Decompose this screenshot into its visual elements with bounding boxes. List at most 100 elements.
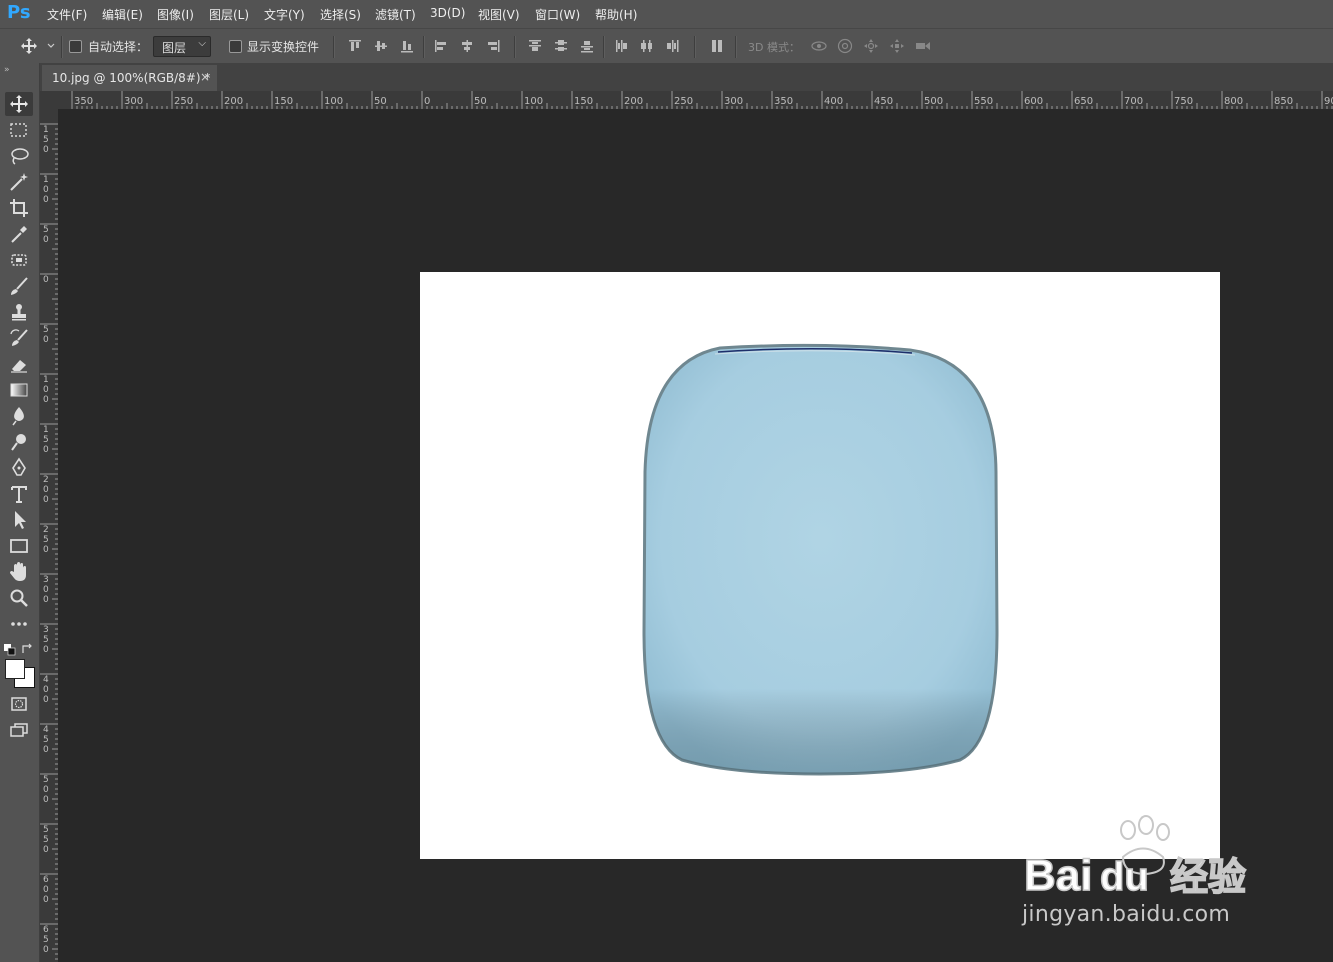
foreground-color-swatch[interactable] — [5, 659, 25, 679]
more-tools-icon[interactable] — [5, 612, 33, 636]
ruler-label: 0 — [43, 745, 49, 755]
svg-text:du: du — [1100, 855, 1149, 899]
distribute-right-icon[interactable] — [664, 37, 682, 55]
ruler-label: 5 — [43, 835, 49, 845]
panel-collapse-icon[interactable]: » — [4, 65, 10, 75]
eraser-icon[interactable] — [5, 352, 33, 376]
chevron-down-icon[interactable] — [42, 37, 55, 55]
lasso-icon[interactable] — [5, 144, 33, 168]
magic-wand-icon[interactable] — [5, 170, 33, 194]
divider — [423, 36, 425, 58]
tools-panel: » — [0, 63, 40, 962]
distribute-left-icon[interactable] — [612, 37, 630, 55]
watermark-url: jingyan.baidu.com — [1022, 902, 1231, 927]
distribute-top-icon[interactable] — [526, 37, 544, 55]
ruler-label: 0 — [43, 585, 49, 595]
ruler-label: 0 — [43, 845, 49, 855]
ruler-label: 0 — [43, 685, 49, 695]
ruler-label: 400 — [824, 96, 843, 107]
move-tool-preset-icon[interactable] — [20, 37, 38, 55]
ruler-label: 5 — [43, 225, 49, 235]
3d-roll-icon[interactable] — [836, 37, 854, 55]
divider — [333, 36, 335, 58]
brush-icon[interactable] — [5, 274, 33, 298]
ruler-label: 100 — [324, 96, 343, 107]
ruler-label: 300 — [724, 96, 743, 107]
ruler-label: 0 — [43, 695, 49, 705]
crop-icon[interactable] — [5, 196, 33, 220]
menu-select[interactable]: 选择(S) — [320, 6, 361, 23]
swap-colors-icon[interactable] — [21, 640, 33, 653]
screen-mode-icon[interactable] — [5, 718, 33, 742]
3d-slide-icon[interactable] — [888, 37, 906, 55]
ruler-label: 250 — [674, 96, 693, 107]
menu-file[interactable]: 文件(F) — [47, 6, 87, 23]
gradient-icon[interactable] — [5, 378, 33, 402]
hand-icon[interactable] — [5, 560, 33, 584]
3d-orbit-icon[interactable] — [810, 37, 828, 55]
ruler-label: 700 — [1124, 96, 1143, 107]
ruler-label: 0 — [43, 335, 49, 345]
menu-view[interactable]: 视图(V) — [478, 6, 520, 23]
horizontal-ruler[interactable]: 350 300 250 200 150 100 50 0 50 100 150 200 250 300 35… — [58, 91, 1333, 109]
type-icon[interactable] — [5, 482, 33, 506]
ruler-label: 50 — [374, 96, 387, 107]
distribute-vertical-center-icon[interactable] — [552, 37, 570, 55]
menu-3d[interactable]: 3D(D) — [430, 6, 465, 20]
quick-mask-icon[interactable] — [5, 692, 33, 716]
distribute-horizontal-center-icon[interactable] — [638, 37, 656, 55]
ruler-label: 0 — [43, 485, 49, 495]
path-selection-icon[interactable] — [5, 508, 33, 532]
auto-align-icon[interactable] — [708, 37, 726, 55]
svg-text:经验: 经验 — [1170, 855, 1246, 899]
ruler-label: 0 — [43, 645, 49, 655]
align-horizontal-center-icon[interactable] — [458, 37, 476, 55]
rectangular-marquee-icon[interactable] — [5, 118, 33, 142]
menu-window[interactable]: 窗口(W) — [535, 6, 580, 23]
menu-edit[interactable]: 编辑(E) — [102, 6, 143, 23]
ruler-origin[interactable] — [40, 91, 58, 109]
show-transform-checkbox[interactable] — [229, 40, 242, 53]
3d-pan-icon[interactable] — [862, 37, 880, 55]
photoshop-logo[interactable]: Ps — [7, 2, 31, 23]
align-right-icon[interactable] — [484, 37, 502, 55]
menu-type[interactable]: 文字(Y) — [264, 6, 305, 23]
pen-icon[interactable] — [5, 456, 33, 480]
ruler-label: 0 — [43, 185, 49, 195]
align-vertical-center-icon[interactable] — [372, 37, 390, 55]
distribute-bottom-icon[interactable] — [578, 37, 596, 55]
menu-help[interactable]: 帮助(H) — [595, 6, 637, 23]
align-left-icon[interactable] — [432, 37, 450, 55]
document-canvas[interactable] — [420, 272, 1220, 859]
ruler-label: 450 — [874, 96, 893, 107]
ruler-label: 0 — [43, 945, 49, 955]
zoom-icon[interactable] — [5, 586, 33, 610]
align-bottom-icon[interactable] — [398, 37, 416, 55]
ruler-label: 90 — [1324, 96, 1333, 107]
document-tab[interactable]: 10.jpg @ 100%(RGB/8#) * × — [42, 65, 217, 91]
spot-healing-icon[interactable] — [5, 248, 33, 272]
blur-icon[interactable] — [5, 404, 33, 428]
menu-image[interactable]: 图像(I) — [157, 6, 194, 23]
auto-select-target-dropdown[interactable]: 图层 ⌵ — [153, 36, 211, 57]
ruler-label: 4 — [43, 675, 49, 685]
dodge-icon[interactable] — [5, 430, 33, 454]
ruler-label: 5 — [43, 635, 49, 645]
ruler-label: 0 — [43, 495, 49, 505]
clone-stamp-icon[interactable] — [5, 300, 33, 324]
close-icon[interactable]: × — [200, 70, 210, 84]
ruler-label: 5 — [43, 735, 49, 745]
auto-select-checkbox[interactable] — [69, 40, 82, 53]
align-top-icon[interactable] — [346, 37, 364, 55]
ruler-label: 4 — [43, 725, 49, 735]
move-tool-icon[interactable] — [5, 92, 33, 116]
default-colors-icon[interactable] — [4, 641, 16, 656]
menu-layer[interactable]: 图层(L) — [209, 6, 249, 23]
history-brush-icon[interactable] — [5, 326, 33, 350]
eyedropper-icon[interactable] — [5, 222, 33, 246]
menu-filter[interactable]: 滤镜(T) — [375, 6, 416, 23]
rectangle-icon[interactable] — [5, 534, 33, 558]
ruler-label: 250 — [174, 96, 193, 107]
3d-camera-icon[interactable] — [914, 37, 932, 55]
vertical-ruler[interactable]: 1501005005010015020025030035040045050055… — [40, 109, 58, 962]
